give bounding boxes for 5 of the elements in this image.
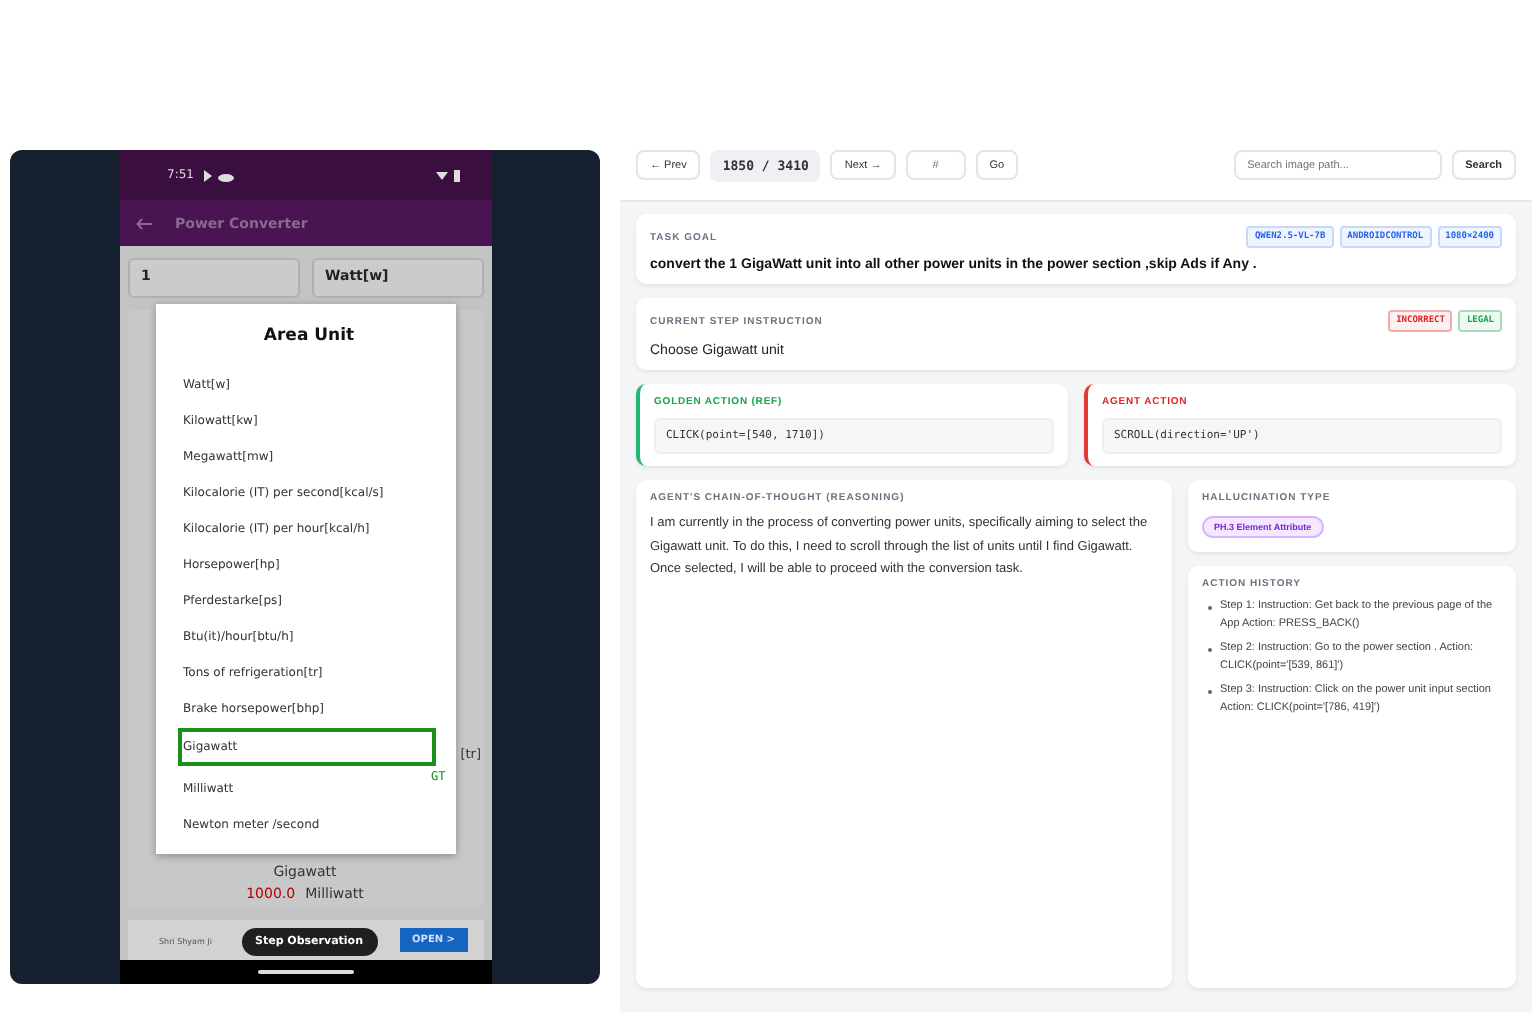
- back-arrow-icon[interactable]: [135, 217, 151, 229]
- dialog-title: Area Unit: [261, 326, 357, 346]
- battery-icon: [435, 169, 459, 181]
- home-handle[interactable]: [257, 970, 353, 974]
- status-icons: [203, 169, 236, 181]
